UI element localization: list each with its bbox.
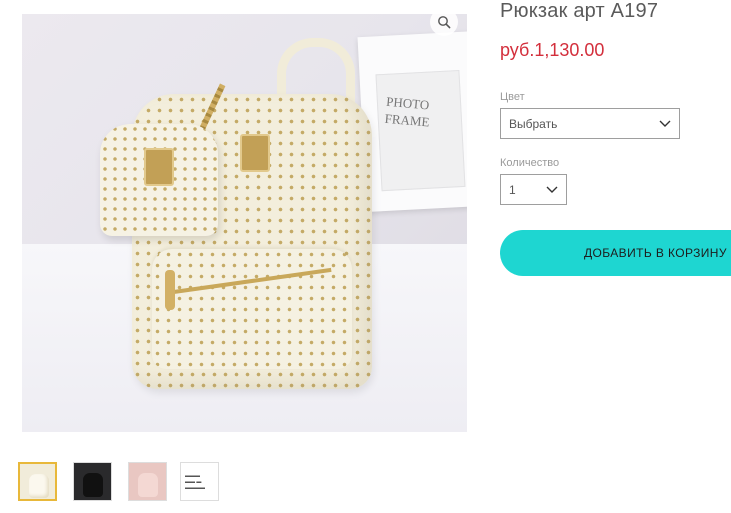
photo-frame-text: PHOTO FRAME xyxy=(384,93,431,130)
metal-badge xyxy=(144,148,174,186)
add-to-cart-label: ДОБАВИТЬ В КОРЗИНУ xyxy=(584,246,727,260)
thumb-black-backpack[interactable] xyxy=(73,462,112,501)
chevron-down-icon xyxy=(546,184,558,196)
photo-frame-prop: PHOTO FRAME xyxy=(357,30,467,213)
coin-pouch xyxy=(100,124,218,236)
quantity-label: Количество xyxy=(500,157,560,169)
add-to-cart-button[interactable]: ДОБАВИТЬ В КОРЗИНУ xyxy=(500,230,731,276)
metal-badge xyxy=(240,134,270,172)
quantity-select-value: 1 xyxy=(509,182,516,197)
backpack-front-pocket xyxy=(152,249,352,369)
thumb-white-backpack[interactable] xyxy=(18,462,57,501)
product-price: руб.1,130.00 xyxy=(500,40,605,60)
main-product-image[interactable]: PHOTO FRAME xyxy=(22,14,467,432)
color-label: Цвет xyxy=(500,91,525,103)
zoom-icon xyxy=(438,16,451,29)
color-select-value: Выбрать xyxy=(509,116,558,131)
color-select[interactable]: Выбрать xyxy=(500,108,680,139)
chevron-down-icon xyxy=(659,118,671,130)
thumb-size-chart[interactable]: ▬▬▬ ▬▬ ▬ ▬▬▬▬ xyxy=(180,462,219,501)
quantity-select[interactable]: 1 xyxy=(500,174,567,205)
zoom-button[interactable] xyxy=(430,8,458,36)
thumb-pink-backpack[interactable] xyxy=(128,462,167,501)
zipper-pull xyxy=(165,270,175,310)
product-title: Рюкзак арт А197 xyxy=(500,0,659,22)
